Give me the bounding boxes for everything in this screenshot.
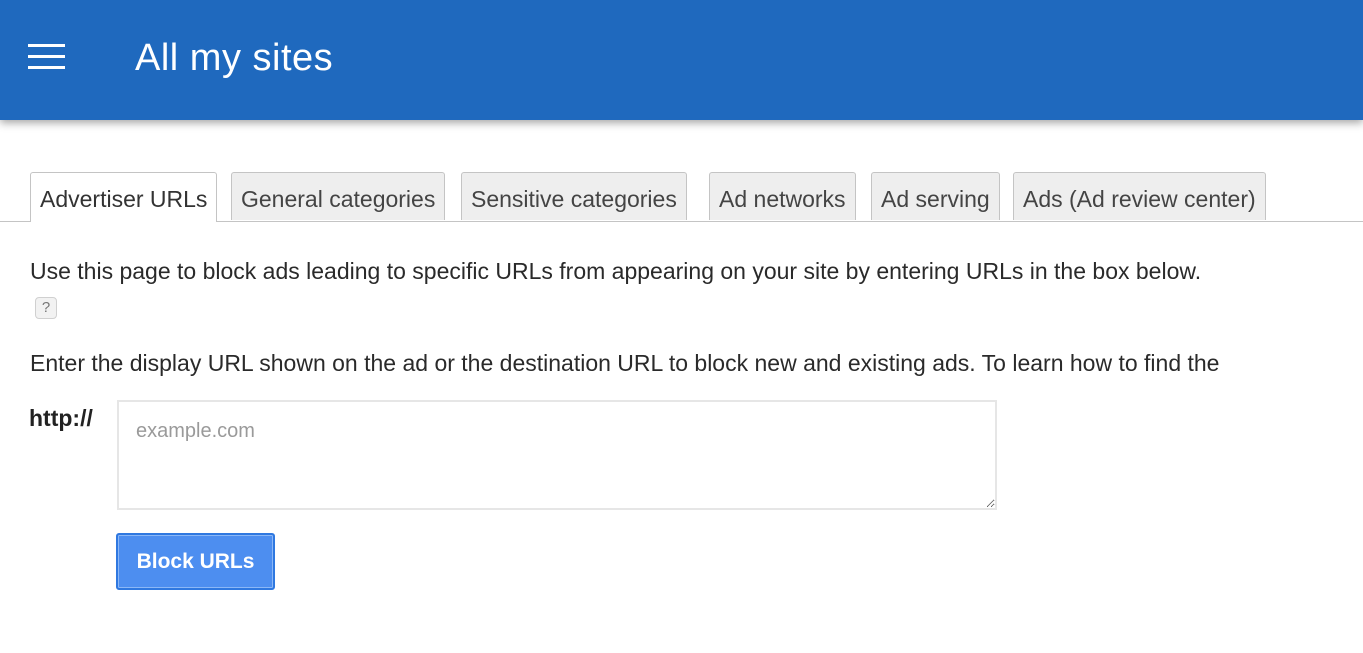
hamburger-menu-icon[interactable] [28, 43, 65, 69]
menu-bar-line [28, 66, 65, 69]
menu-bar-line [28, 44, 65, 47]
tab-general-categories[interactable]: General categories [231, 172, 446, 220]
tab-bar: Advertiser URLs General categories Sensi… [0, 172, 1363, 222]
url-prefix-label: http:// [29, 405, 93, 431]
page-title: All my sites [135, 37, 334, 79]
help-icon[interactable]: ? [35, 297, 57, 319]
tab-ad-serving[interactable]: Ad serving [871, 172, 1000, 220]
tab-ad-networks[interactable]: Ad networks [709, 172, 856, 220]
tab-sensitive-categories[interactable]: Sensitive categories [461, 172, 687, 220]
tab-ad-review-center[interactable]: Ads (Ad review center) [1013, 172, 1266, 220]
instruction-text: Enter the display URL shown on the ad or… [30, 350, 1220, 376]
url-input[interactable] [117, 400, 997, 510]
app-bar: All my sites [0, 0, 1363, 120]
tab-advertiser-urls[interactable]: Advertiser URLs [30, 172, 218, 222]
page-description: Use this page to block ads leading to sp… [30, 258, 1202, 284]
block-urls-button[interactable]: Block URLs [116, 533, 275, 590]
menu-bar-line [28, 55, 65, 58]
